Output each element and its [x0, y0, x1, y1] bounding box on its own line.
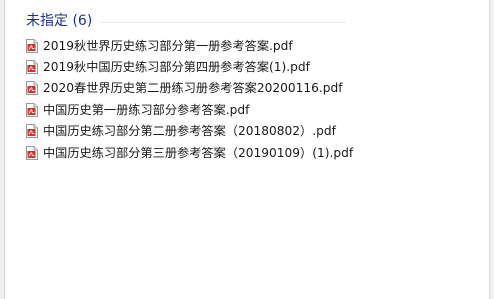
window-right-border	[489, 0, 494, 299]
file-item[interactable]: 2019秋中国历史练习部分第四册参考答案(1).pdf	[26, 56, 484, 77]
file-name: 2019秋世界历史练习部分第一册参考答案.pdf	[43, 38, 293, 53]
file-list: 2019秋世界历史练习部分第一册参考答案.pdf 2019秋中国历史练习部分第四…	[26, 35, 484, 163]
group-header[interactable]: 未指定 (6)	[26, 10, 484, 30]
file-item[interactable]: 中国历史练习部分第三册参考答案（20190109）(1).pdf	[26, 142, 484, 163]
group-divider	[100, 21, 347, 23]
pdf-file-icon	[26, 60, 38, 75]
pdf-file-icon	[26, 81, 38, 96]
pdf-file-icon	[26, 124, 38, 139]
file-item[interactable]: 中国历史练习部分第二册参考答案（20180802）.pdf	[26, 121, 484, 142]
file-name: 2020春世界历史第二册练习册参考答案20200116.pdf	[43, 81, 343, 96]
pdf-file-icon	[26, 102, 38, 117]
group-title[interactable]: 未指定 (6)	[26, 10, 92, 30]
file-group-unspecified: 未指定 (6) 2019秋世界历史练习部分第一册参考答案.pdf 2019秋中国…	[26, 10, 484, 163]
file-item[interactable]: 2019秋世界历史练习部分第一册参考答案.pdf	[26, 35, 484, 56]
pdf-file-icon	[26, 145, 38, 160]
file-name: 2019秋中国历史练习部分第四册参考答案(1).pdf	[43, 60, 310, 75]
file-name: 中国历史练习部分第二册参考答案（20180802）.pdf	[43, 124, 336, 139]
file-item[interactable]: 2020春世界历史第二册练习册参考答案20200116.pdf	[26, 78, 484, 99]
window-left-border	[0, 0, 5, 299]
pdf-file-icon	[26, 38, 38, 53]
file-name: 中国历史第一册练习部分参考答案.pdf	[43, 102, 250, 117]
file-name: 中国历史练习部分第三册参考答案（20190109）(1).pdf	[43, 145, 354, 160]
file-item[interactable]: 中国历史第一册练习部分参考答案.pdf	[26, 99, 484, 120]
